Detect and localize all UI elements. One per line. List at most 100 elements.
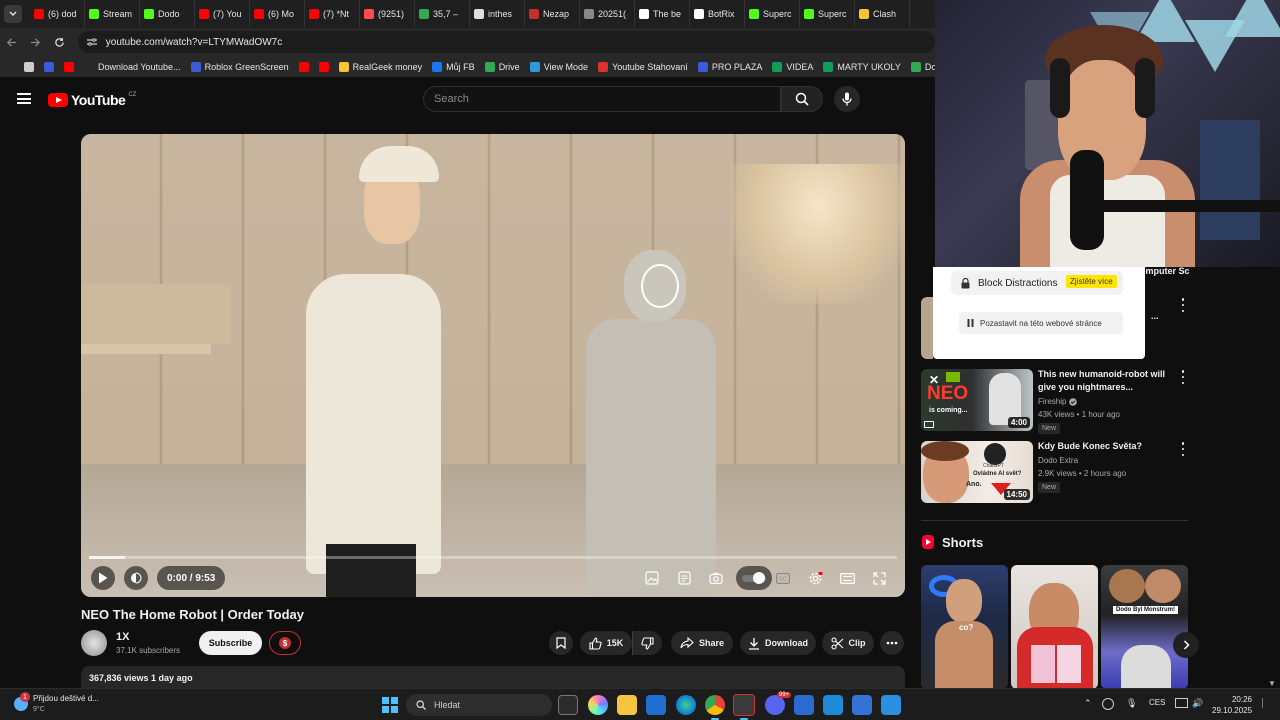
browser-tab[interactable]: Stream [85,0,140,28]
related-video-title[interactable]: Kdy Bude Konec Světa? [1038,440,1173,453]
bookmark-item[interactable]: VIDEA [772,61,813,72]
play-button[interactable] [91,566,115,590]
app-icon[interactable] [852,695,872,715]
search-input[interactable]: Search [423,86,781,112]
clock[interactable]: 20:26 29.10.2025 [1212,694,1252,716]
browser-tab[interactable]: Superc [800,0,855,28]
copilot-icon[interactable] [588,695,608,715]
browser-tab[interactable]: (7) *Nt [305,0,360,28]
outlook-icon[interactable] [646,695,666,715]
bookmark-item[interactable] [24,61,34,72]
voice-search-button[interactable] [834,86,860,112]
fullscreen-button[interactable] [869,568,889,588]
language-indicator[interactable]: CES [1149,698,1165,707]
bookmark-item[interactable]: Roblox GreenScreen [190,61,289,72]
sync-icon[interactable] [1102,698,1114,710]
browser-tab[interactable]: 20251( [580,0,635,28]
start-windows-icon[interactable] [382,697,398,713]
browser-tab[interactable]: 35,7 – [415,0,470,28]
more-actions-button[interactable] [880,631,904,655]
share-button[interactable]: Share [671,631,733,655]
bookmark-item[interactable]: PRO PLAZA [697,61,762,72]
bookmark-item[interactable] [44,61,54,72]
edge-icon[interactable] [676,695,696,715]
bookmark-item[interactable] [298,61,309,72]
facebook-icon[interactable] [823,695,843,715]
weather-forecast[interactable]: Přijdou deštivé d... [33,694,99,703]
short-thumbnail[interactable]: co? [921,565,1008,689]
clip-button[interactable]: Clip [822,631,874,655]
show-desktop-button[interactable] [1262,698,1272,708]
related-video-title[interactable]: This new humanoid-robot will give you ni… [1038,368,1173,394]
like-button[interactable]: 15K [580,631,632,655]
tab-search-button[interactable] [4,5,22,23]
volume-button[interactable] [124,566,148,590]
related-video-channel[interactable]: Fireship [1038,397,1066,406]
related-video-menu-button[interactable] [1180,370,1186,384]
bookmark-item[interactable]: View Mode [529,61,588,72]
chrome-icon[interactable] [705,695,725,720]
browser-tab[interactable]: Nezap [525,0,580,28]
video-player[interactable]: 0:00 / 9:53 CC [81,134,905,597]
related-video-thumbnail[interactable]: ✕ NEO is coming... 4:00 [921,369,1033,431]
related-video-channel[interactable]: Dodo Extra [1038,456,1078,465]
task-view-icon[interactable] [558,695,578,715]
browser-tab[interactable]: The be [635,0,690,28]
theater-mode-button[interactable] [837,568,857,588]
save-button[interactable] [549,631,573,655]
captions-button[interactable]: CC [773,568,793,588]
related-video-thumbnail[interactable]: ChatGPT Ovládne AI svět? Ano. 14:50 [921,441,1033,503]
bookmark-item[interactable]: Youtube Stahovaní [598,61,688,72]
short-thumbnail[interactable] [1011,565,1098,689]
forward-button[interactable] [24,30,48,54]
url-field[interactable]: youtube.com/watch?v=LTYMWadOW7c [77,31,935,53]
volume-icon[interactable]: 🔊 [1192,698,1203,709]
channel-name[interactable]: 1X [116,631,129,643]
bookmark-item[interactable]: Dodo videa [910,61,935,72]
app-icon[interactable] [881,695,901,715]
back-button[interactable] [0,30,24,54]
transcript-button[interactable] [674,568,694,588]
browser-tab[interactable]: (6) Mo [250,0,305,28]
bookmark-item[interactable]: MARTY UKOLY [823,61,901,72]
browser-tab[interactable]: BotRix [690,0,745,28]
file-explorer-icon[interactable] [617,695,637,715]
bookmark-item[interactable]: Download Youtube... [84,61,181,72]
terminal-icon[interactable] [733,694,755,720]
bookmark-item[interactable] [318,61,329,72]
browser-tab[interactable]: (6) dod [30,0,85,28]
short-thumbnail[interactable]: Dodo Byl Monstrum! [1101,565,1188,689]
dislike-button[interactable] [632,631,662,655]
bookmark-item[interactable]: RealGeek money [338,61,422,72]
pause-on-site-button[interactable]: Pozastavit na této webové stránce [959,312,1123,334]
discord-icon[interactable] [765,695,785,715]
screenshot-gallery-button[interactable] [642,568,662,588]
snapshot-button[interactable] [706,568,726,588]
youtube-logo[interactable]: YouTube CZ [48,92,136,108]
autoplay-toggle[interactable] [736,566,772,590]
bookmark-item[interactable]: Můj FB [432,61,475,72]
related-video-menu-button[interactable] [1180,442,1186,456]
bookmark-item[interactable] [64,61,74,72]
download-button[interactable]: Download [740,631,816,655]
bookmark-item[interactable]: Drive [484,61,520,72]
progress-bar[interactable] [89,556,897,559]
join-button[interactable]: $ [269,631,301,655]
reload-button[interactable] [48,30,72,54]
search-button[interactable] [781,86,823,112]
browser-tab[interactable]: Dodo [140,0,195,28]
browser-tab[interactable]: Superc [745,0,800,28]
partial-video-thumbnail[interactable] [921,297,933,359]
browser-tab[interactable]: (9251) [360,0,415,28]
settings-button[interactable] [805,568,825,588]
channel-avatar[interactable] [81,630,107,656]
scroll-down-arrow-icon[interactable]: ▼ [1268,679,1276,688]
subscribe-button[interactable]: Subscribe [199,631,262,655]
browser-tab[interactable]: Clash [855,0,910,28]
learn-more-badge[interactable]: Zjistěte více [1066,275,1117,288]
network-icon[interactable] [1175,698,1188,708]
tray-overflow-icon[interactable]: ⌃ [1084,698,1092,709]
browser-tab[interactable]: (7) You [195,0,250,28]
shorts-next-button[interactable] [1173,632,1199,658]
browser-tab[interactable]: inthes [470,0,525,28]
